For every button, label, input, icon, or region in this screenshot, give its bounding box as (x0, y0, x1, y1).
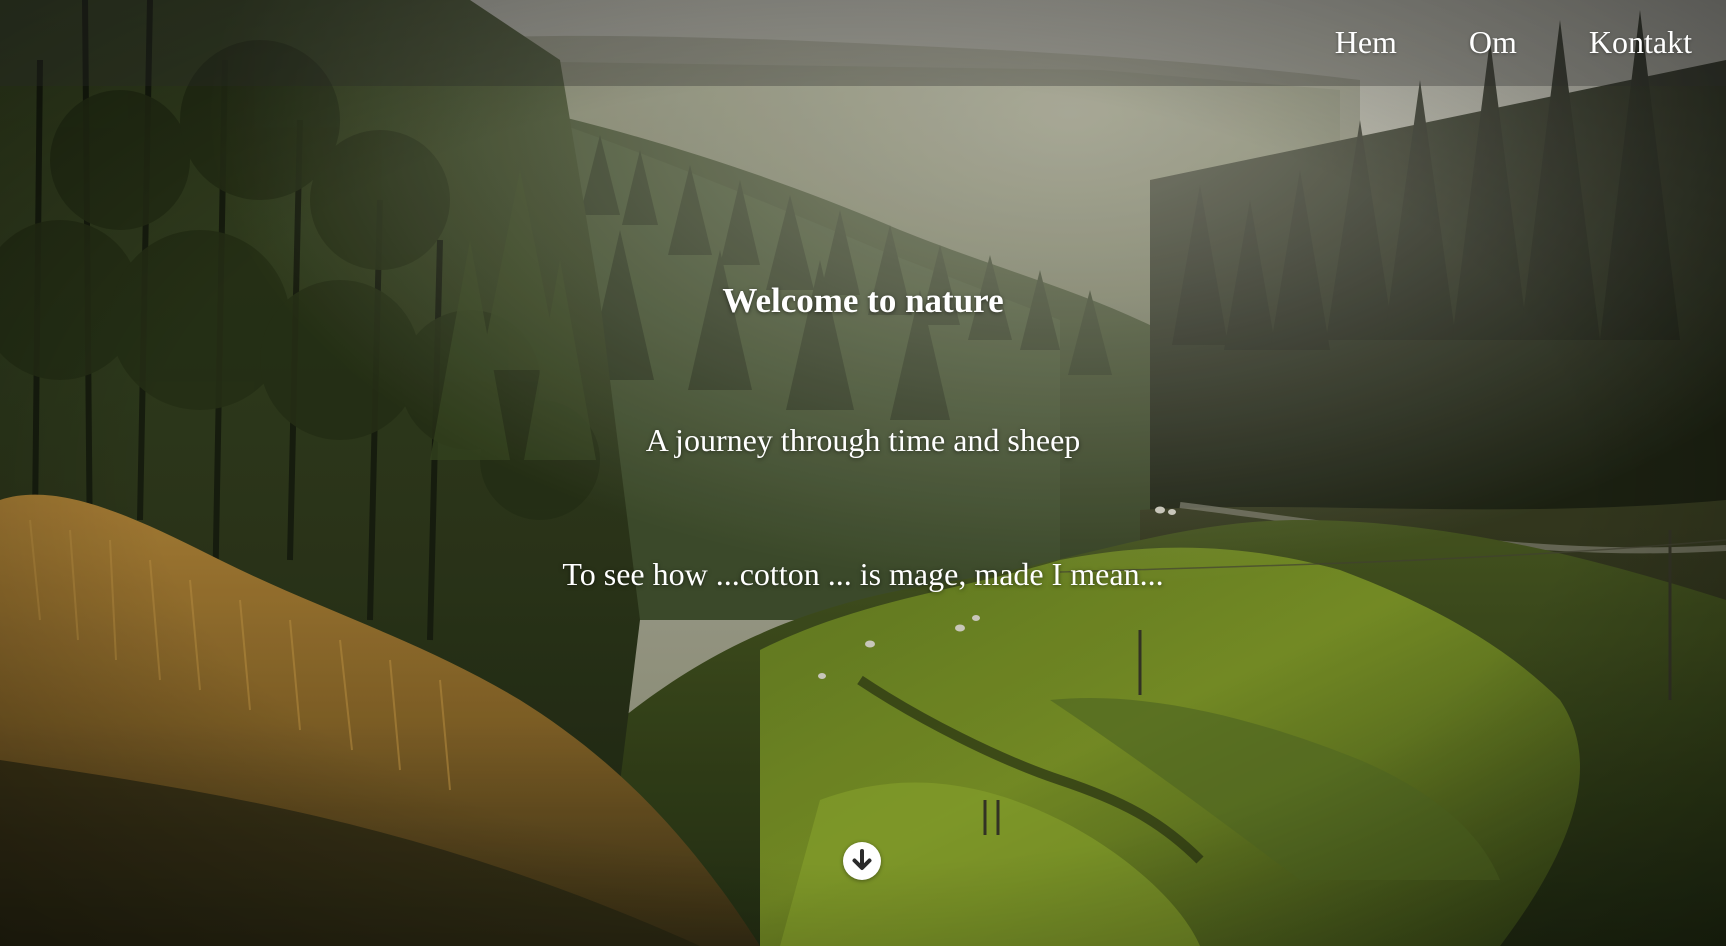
top-navbar: Hem Om Kontakt (0, 0, 1726, 86)
nav-link-kontakt[interactable]: Kontakt (1589, 20, 1692, 64)
hero-subtitle: A journey through time and sheep (645, 422, 1081, 458)
main-nav: Hem Om Kontakt (1335, 20, 1692, 64)
landing-page: Hem Om Kontakt Welcome to nature A journ… (0, 0, 1726, 946)
nav-link-hem[interactable]: Hem (1335, 20, 1397, 64)
hero-title: Welcome to nature (722, 281, 1004, 320)
scroll-down-button[interactable] (843, 842, 881, 880)
nav-link-om[interactable]: Om (1469, 20, 1517, 64)
hero-background-image (0, 0, 1726, 946)
arrow-down-circle-icon (844, 843, 880, 879)
hero-tagline: To see how ...cotton ... is mage, made I… (562, 556, 1164, 592)
